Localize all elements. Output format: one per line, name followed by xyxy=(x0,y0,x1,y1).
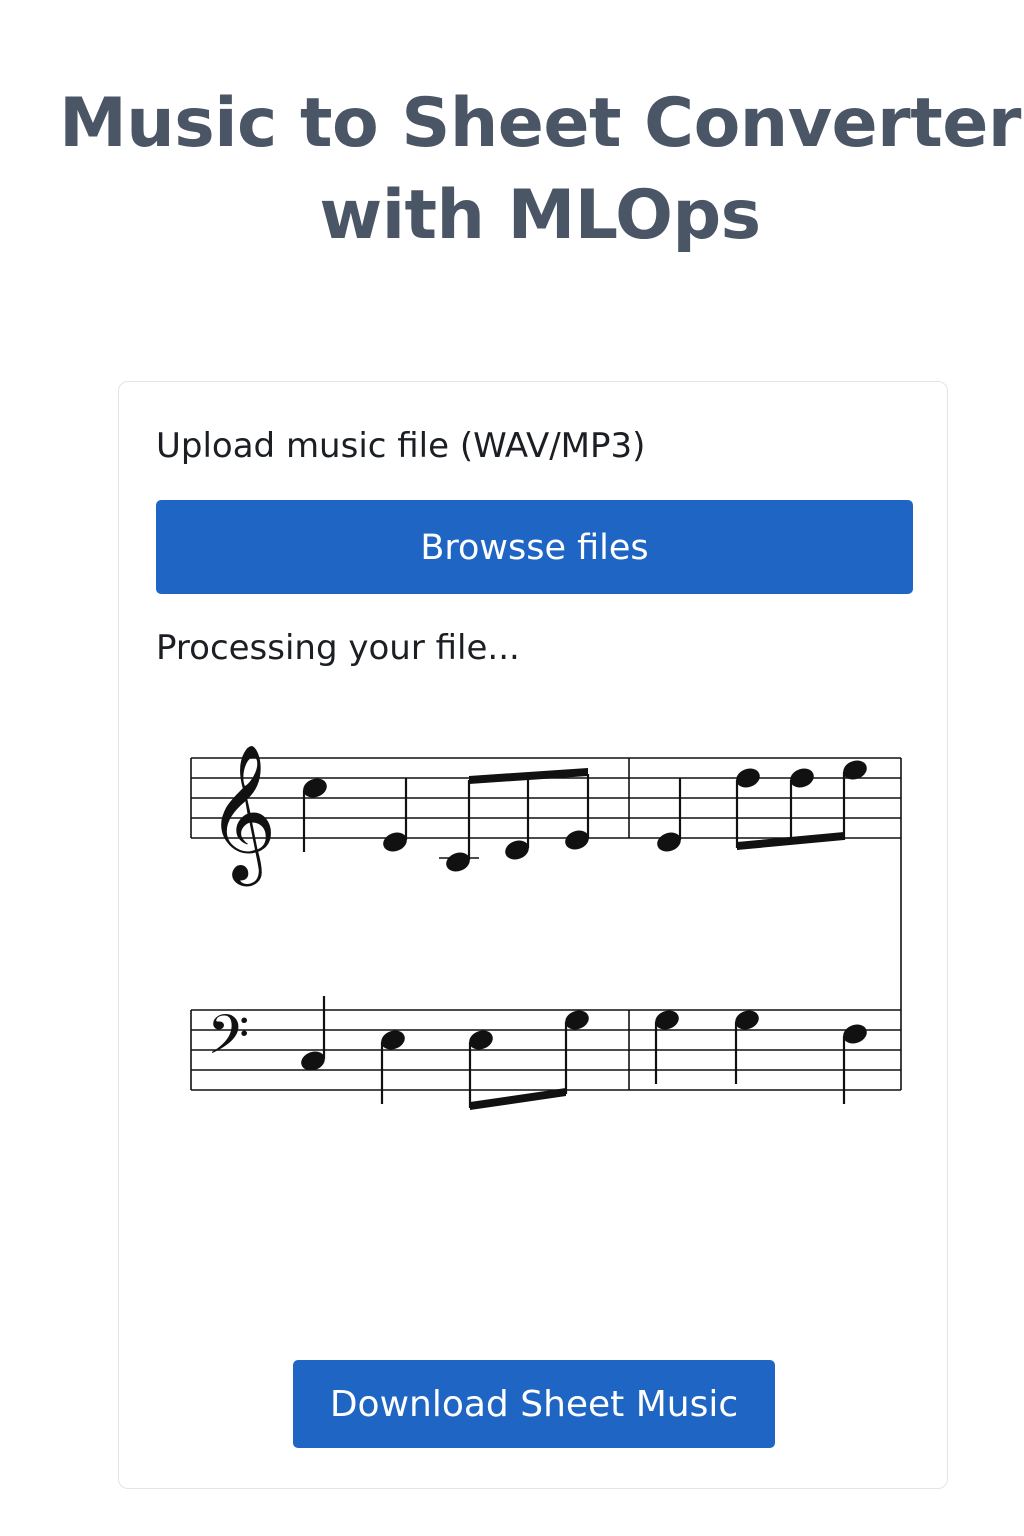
upload-label: Upload music file (WAV/MP3) xyxy=(156,426,646,466)
processing-status: Processing your file... xyxy=(156,628,520,668)
converter-card: Upload music file (WAV/MP3) Browsse file… xyxy=(118,381,948,1489)
note-head xyxy=(301,1051,325,1071)
download-sheet-music-button[interactable]: Download Sheet Music xyxy=(293,1360,775,1448)
app-page: Music to Sheet Converter with MLOps Uplo… xyxy=(0,0,1024,1536)
note-head xyxy=(565,1010,589,1030)
note-head xyxy=(735,1010,759,1030)
note-head xyxy=(383,832,407,852)
note-head xyxy=(303,778,327,798)
note-head xyxy=(446,852,470,872)
note-head xyxy=(469,1030,493,1050)
page-title: Music to Sheet Converter with MLOps xyxy=(40,78,1024,262)
browse-files-button[interactable]: Browsse files xyxy=(156,500,913,594)
title-line-2: with MLOps xyxy=(319,176,761,255)
note-beam xyxy=(470,1088,566,1110)
note-head xyxy=(657,832,681,852)
note-head xyxy=(381,1030,405,1050)
note-head xyxy=(505,840,529,860)
treble-clef-icon: 𝄞 xyxy=(207,742,277,886)
title-line-1: Music to Sheet Converter xyxy=(59,84,1021,163)
note-head xyxy=(736,768,760,788)
note-head xyxy=(790,768,814,788)
sheet-music-preview: 𝄞 𝄢 xyxy=(190,742,902,1110)
note-head xyxy=(655,1010,679,1030)
note-head xyxy=(565,830,589,850)
note-head xyxy=(843,1024,867,1044)
bass-clef-icon: 𝄢 xyxy=(207,1003,249,1080)
